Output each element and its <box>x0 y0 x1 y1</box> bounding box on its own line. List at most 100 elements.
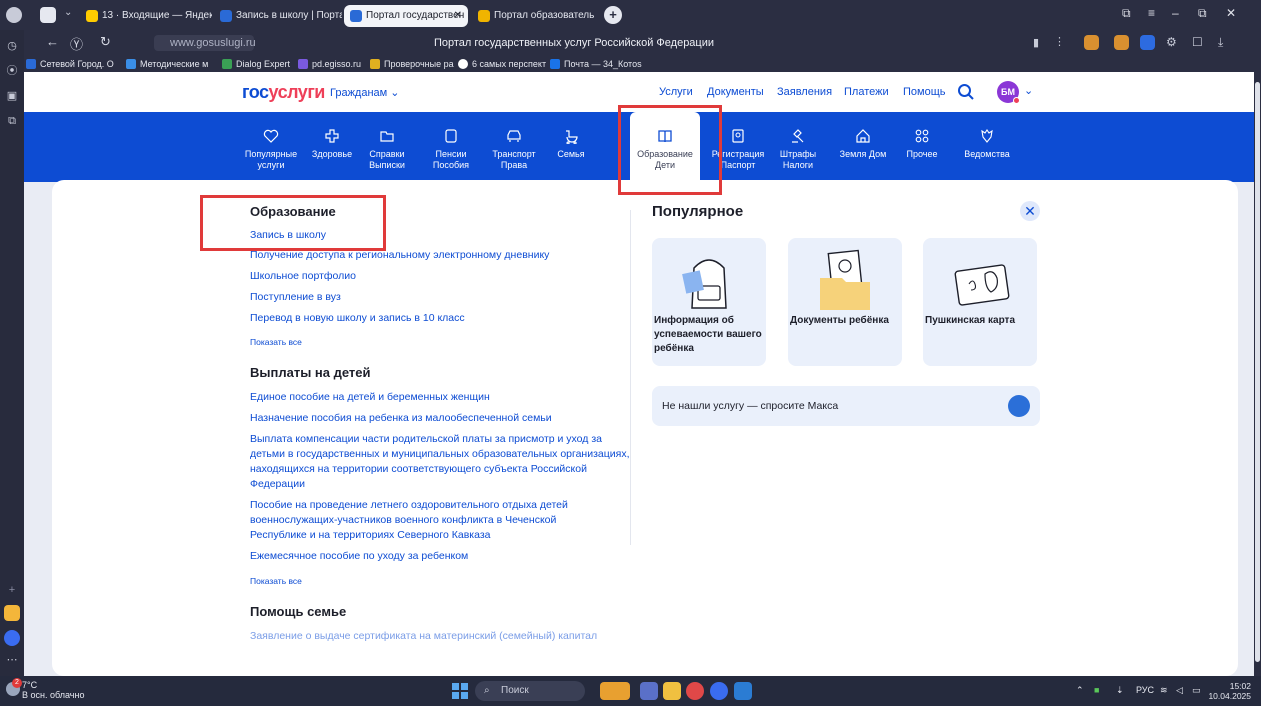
nav-help[interactable]: Помощь <box>903 86 946 98</box>
show-all-payments[interactable]: Показать все <box>250 576 302 586</box>
link-summer-recreation-allowance[interactable]: Пособие на проведение летнего оздоровите… <box>250 498 610 543</box>
nav-applications[interactable]: Заявления <box>777 86 832 98</box>
windows-start-icon[interactable] <box>452 683 468 699</box>
avatar[interactable]: БМ <box>997 81 1020 104</box>
language-indicator[interactable]: РУС <box>1136 685 1154 695</box>
close-window-icon[interactable]: ✕ <box>1226 6 1236 20</box>
category-family[interactable]: Семья <box>549 128 593 160</box>
category-other[interactable]: Прочее <box>892 128 952 160</box>
tab-groups-icon[interactable] <box>40 7 56 23</box>
download-icon[interactable]: ⤓ <box>1218 35 1233 50</box>
extensions-puzzle-icon[interactable]: ⚙ <box>1166 35 1181 50</box>
browser-menu-icon[interactable]: ≡ <box>1148 6 1155 20</box>
history-icon[interactable]: ◷ <box>4 38 20 54</box>
clock[interactable]: 15:02 10.04.2025 <box>1207 681 1251 701</box>
weather-widget[interactable]: 7°C В осн. облачно <box>22 680 84 700</box>
profile-chevron-icon[interactable]: ⌄ <box>1024 84 1033 97</box>
minimize-icon[interactable]: – <box>1172 6 1179 20</box>
bookmark-item[interactable]: pd.egisso.ru <box>298 57 361 71</box>
alice-icon[interactable] <box>4 630 20 646</box>
bookmark-item[interactable]: Проверочные ра <box>370 57 454 71</box>
category-health[interactable]: Здоровье <box>302 128 362 160</box>
bookmark-label: 6 самых перспект <box>472 59 547 69</box>
restore-icon[interactable]: ⧉ <box>1198 6 1207 21</box>
battery-icon[interactable]: ▭ <box>1192 685 1201 696</box>
bookmark-item[interactable]: 6 самых перспект <box>458 57 546 71</box>
card-pushkin-card[interactable]: Пушкинская карта <box>923 238 1037 366</box>
link-maternity-capital[interactable]: Заявление о выдаче сертификата на матери… <box>250 629 640 644</box>
task-view-icon[interactable] <box>640 682 658 700</box>
category-certificates[interactable]: Справки Выписки <box>357 128 417 171</box>
link-school-portfolio[interactable]: Школьное портфолио <box>250 269 356 284</box>
copy-icon[interactable]: ⧉ <box>4 113 20 129</box>
link-parental-fee-compensation[interactable]: Выплата компенсации части родительской п… <box>250 432 630 492</box>
category-label: Ведомства <box>964 149 1010 159</box>
panel-icon[interactable]: ▣ <box>4 88 20 104</box>
page-scrollbar[interactable] <box>1254 72 1261 676</box>
highlight-school-enrollment <box>200 195 386 251</box>
bookmark-item[interactable]: Сетевой Город. О <box>26 57 114 71</box>
nav-payments[interactable]: Платежи <box>844 86 889 98</box>
category-fines[interactable]: Штрафы Налоги <box>768 128 828 171</box>
category-pensions[interactable]: Пенсии Пособия <box>421 128 481 171</box>
wifi-icon[interactable]: ≋ <box>1160 685 1168 696</box>
volume-icon[interactable]: ◁ <box>1176 685 1183 696</box>
tray-chevron-icon[interactable]: ⌃ <box>1076 685 1084 696</box>
widget-icon[interactable] <box>600 682 630 700</box>
bookmark-item[interactable]: Dialog Expert <box>222 57 290 71</box>
taskbar-search[interactable]: ⌕ Поиск <box>475 681 585 701</box>
bookmark-item[interactable]: Почта — 34_Котоs <box>550 57 642 71</box>
bookmark-icon[interactable]: ▮ <box>1033 36 1039 49</box>
more-icon[interactable]: ⋯ <box>4 652 20 668</box>
tab-school-enrollment[interactable]: Запись в школу | Портал <box>214 5 342 27</box>
bookmark-item[interactable]: Методические м <box>126 57 208 71</box>
extension-icon[interactable] <box>1140 35 1155 50</box>
browser-logo-icon[interactable] <box>6 7 22 23</box>
word-icon[interactable] <box>734 682 752 700</box>
show-all-education[interactable]: Показать все <box>250 337 302 347</box>
media-icon[interactable]: ⦿ <box>4 63 20 79</box>
link-university-admission[interactable]: Поступление в вуз <box>250 290 341 305</box>
card-title: Документы ребёнка <box>790 315 889 326</box>
link-childcare-allowance[interactable]: Ежемесячное пособие по уходу за ребенком <box>250 549 630 564</box>
scrollbar-thumb[interactable] <box>1255 82 1260 662</box>
card-academic-performance[interactable]: Информация об успеваемости вашего ребёнк… <box>652 238 766 366</box>
tray-sync-icon[interactable]: ⇣ <box>1116 685 1124 696</box>
category-popular[interactable]: Популярные услуги <box>241 128 301 171</box>
category-transport[interactable]: Транспорт Права <box>484 128 544 171</box>
close-tab-icon[interactable]: ✕ <box>454 5 462 27</box>
gosuslugi-logo[interactable]: госуслуги <box>242 82 325 103</box>
tab-collection-icon[interactable]: ⧉ <box>1122 6 1131 21</box>
card-child-documents[interactable]: Документы ребёнка <box>788 238 902 366</box>
extension-icon[interactable] <box>1114 35 1129 50</box>
tab-education-portal[interactable]: Портал образователь <box>472 5 600 27</box>
close-icon[interactable]: ✕ <box>1020 201 1040 221</box>
nav-services[interactable]: Услуги <box>659 86 693 98</box>
tab-menu-chevron-icon[interactable]: ⌄ <box>64 7 72 18</box>
link-unified-allowance[interactable]: Единое пособие на детей и беременных жен… <box>250 390 630 405</box>
mail-app-icon[interactable] <box>4 605 20 621</box>
tab-gosuslugi-portal[interactable]: Портал государствен ✕ <box>344 5 468 27</box>
tray-app-icon[interactable]: ■ <box>1094 685 1099 695</box>
nav-documents[interactable]: Документы <box>707 86 764 98</box>
ask-assistant-box[interactable]: Не нашли услугу — спросите Макса <box>652 386 1040 426</box>
category-land-house[interactable]: Земля Дом <box>833 128 893 160</box>
link-school-transfer[interactable]: Перевод в новую школу и запись в 10 клас… <box>250 311 465 326</box>
add-icon[interactable]: + <box>4 582 20 598</box>
yandex-browser-icon[interactable] <box>686 682 704 700</box>
alice-icon[interactable] <box>710 682 728 700</box>
link-low-income-allowance[interactable]: Назначение пособия на ребенка из малообе… <box>250 411 630 426</box>
audience-selector[interactable]: Гражданам ⌄ <box>330 86 400 99</box>
new-tab-button[interactable]: + <box>604 6 622 24</box>
category-agencies[interactable]: Ведомства <box>957 128 1017 160</box>
file-explorer-icon[interactable] <box>663 682 681 700</box>
bookmark-favicon-icon <box>222 59 232 69</box>
mail-favicon-icon <box>86 10 98 22</box>
search-icon[interactable] <box>957 83 975 101</box>
extension-icon[interactable] <box>1084 35 1099 50</box>
tab-mail[interactable]: 13 · Входящие — Яндекс <box>80 5 212 27</box>
folder-icon <box>380 131 394 142</box>
more-options-icon[interactable]: ⋮ <box>1054 35 1065 48</box>
reading-list-icon[interactable]: ☐ <box>1192 35 1207 50</box>
card-title: Информация об успеваемости вашего ребёнк… <box>654 315 762 354</box>
